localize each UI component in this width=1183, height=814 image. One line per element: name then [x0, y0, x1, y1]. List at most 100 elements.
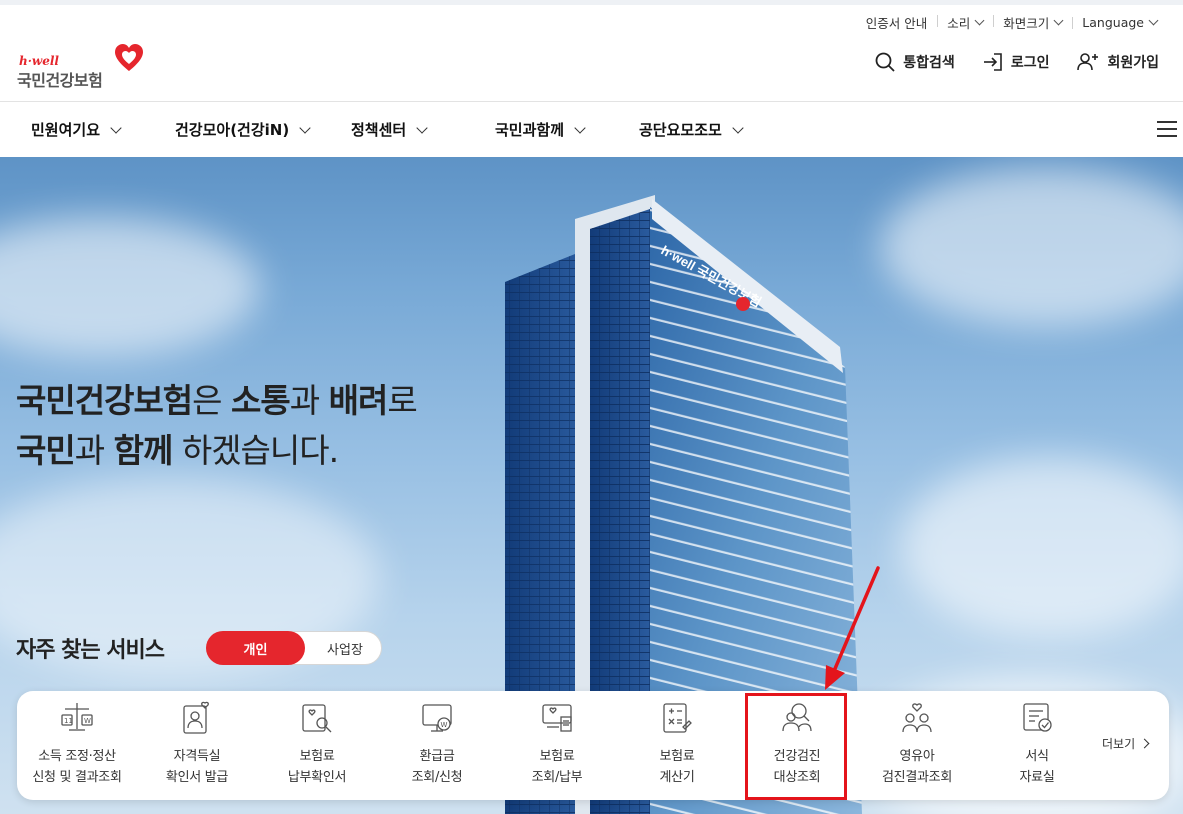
service-label-line: 조회/납부 — [531, 770, 583, 785]
menu-hamburger-icon[interactable] — [1157, 121, 1177, 137]
top-strip — [0, 0, 1183, 5]
main-nav: 민원여기요 건강모아(건강iN) 정책센터 국민과함께 공단요모조모 — [0, 102, 1183, 157]
service-label-line: 환급금 — [419, 749, 455, 764]
service-infant-checkup-result[interactable]: 영유아검진결과조회 — [857, 691, 977, 800]
form-check-icon — [1023, 703, 1052, 732]
utility-label: 인증서 안내 — [865, 16, 928, 31]
login-button[interactable]: 로그인 — [983, 52, 1049, 72]
service-label-line: 보험료 — [659, 749, 695, 764]
service-label: 보험료납부확인서 — [257, 746, 377, 788]
service-label: 자격득실확인서 발급 — [137, 746, 257, 788]
headline-line-2: 국민과 함께 하겠습니다. — [16, 426, 417, 476]
nav-item-civil-service[interactable]: 민원여기요 — [31, 119, 122, 140]
headline-emphasis: 함께 — [113, 431, 174, 471]
signup-button[interactable]: 회원가입 — [1077, 52, 1159, 72]
search-icon — [875, 52, 895, 72]
headline-text: 은 — [192, 381, 232, 421]
chevron-down-icon — [299, 121, 311, 134]
chevron-down-icon — [574, 121, 586, 134]
service-label: 소득 조정·정산신청 및 결과조회 — [17, 746, 137, 788]
svg-text:W: W — [441, 721, 448, 729]
signup-label: 회원가입 — [1107, 55, 1159, 71]
utility-label: 소리 — [947, 16, 971, 31]
frequent-services-panel: 11 W 소득 조정·정산신청 및 결과조회 자격득실확인서 발급 보험료납부확인… — [17, 691, 1169, 800]
nav-label: 민원여기요 — [31, 121, 101, 139]
service-refund[interactable]: W 환급금 조회/신청 — [377, 691, 497, 800]
family-heart-icon — [902, 703, 932, 733]
nav-label: 국민과함께 — [495, 121, 565, 139]
nav-item-policy[interactable]: 정책센터 — [351, 119, 428, 140]
search-button[interactable]: 통합검색 — [875, 52, 955, 72]
nav-item-with-citizens[interactable]: 국민과함께 — [495, 119, 586, 140]
person-heart-icon — [183, 701, 209, 734]
utility-label: Language — [1082, 15, 1144, 30]
service-label-line: 보험료 — [299, 749, 335, 764]
chevron-right-icon — [1139, 738, 1150, 749]
header-actions: 통합검색 로그인 회원가입 — [875, 52, 1159, 72]
service-label-line: 건강검진 — [773, 749, 821, 764]
service-premium-calculator[interactable]: 보험료계산기 — [617, 691, 737, 800]
service-label-line: 계산기 — [659, 770, 695, 785]
service-payment-certificate[interactable]: 보험료납부확인서 — [257, 691, 377, 800]
calculator-icon — [663, 703, 692, 733]
login-icon — [983, 53, 1002, 71]
monitor-won-icon: W — [422, 704, 452, 732]
frequent-services-title: 자주 찾는 서비스 — [16, 638, 165, 663]
site-logo[interactable]: h·well 국민건강보험 — [17, 42, 147, 92]
chevron-down-icon — [1148, 15, 1159, 26]
service-label-line: 영유아 — [899, 749, 935, 764]
headline-emphasis: 배려 — [328, 381, 389, 421]
service-label: 환급금 조회/신청 — [377, 746, 497, 788]
service-label-line: 납부확인서 — [287, 770, 347, 785]
utility-sound[interactable]: 소리 — [937, 13, 993, 32]
headline-emphasis: 국민 — [16, 431, 76, 471]
service-label-line: 확인서 발급 — [165, 770, 229, 785]
nav-item-health-in[interactable]: 건강모아(건강iN) — [175, 119, 311, 140]
svg-text:W: W — [84, 717, 91, 725]
service-premium-payment[interactable]: 보험료 조회/납부 — [497, 691, 617, 800]
service-type-toggle: 개인 사업장 — [206, 631, 382, 665]
hero-banner: h·well 국민건강보험 국민건강보험은 소통과 배려로 국민과 함께 하겠습… — [0, 157, 1183, 814]
headline-emphasis: 소통 — [231, 381, 291, 421]
headline-emphasis: 국민건강보험 — [16, 381, 193, 421]
add-user-icon — [1077, 53, 1099, 71]
logo-title: 국민건강보험 — [17, 71, 103, 90]
tab-personal[interactable]: 개인 — [206, 631, 305, 665]
utility-font-size[interactable]: 화면크기 — [993, 13, 1072, 32]
service-label: 영유아검진결과조회 — [857, 746, 977, 788]
more-services-button[interactable]: 더보기 — [1102, 735, 1150, 752]
chevron-down-icon — [974, 15, 985, 26]
tab-business[interactable]: 사업장 — [309, 632, 381, 664]
service-form-library[interactable]: 서식 자료실 — [977, 691, 1097, 800]
service-health-checkup-target[interactable]: 건강검진대상조회 — [737, 691, 857, 800]
service-label-line: 서식 — [1025, 749, 1049, 764]
service-label: 서식 자료실 — [977, 746, 1097, 788]
headline-text: 로 — [387, 381, 417, 421]
document-search-icon — [302, 704, 332, 733]
service-income-adjustment[interactable]: 11 W 소득 조정·정산신청 및 결과조회 — [17, 691, 137, 800]
utility-certificate[interactable]: 인증서 안내 — [856, 13, 937, 32]
scale-icon: 11 W — [61, 703, 93, 731]
logo-subtitle: h·well — [19, 54, 59, 68]
more-label: 더보기 — [1102, 737, 1136, 751]
svg-text:11: 11 — [64, 717, 73, 725]
nav-item-about[interactable]: 공단요모조모 — [639, 119, 744, 140]
utility-language[interactable]: Language — [1072, 15, 1167, 30]
service-label-line: 신청 및 결과조회 — [32, 770, 122, 785]
service-label: 보험료계산기 — [617, 746, 737, 788]
service-label: 보험료 조회/납부 — [497, 746, 617, 788]
service-label-line: 대상조회 — [773, 770, 821, 785]
chevron-down-icon — [732, 121, 744, 134]
search-label: 통합검색 — [903, 55, 955, 71]
heart-logo-icon — [115, 44, 143, 71]
service-label-line: 검진결과조회 — [882, 770, 952, 785]
service-label-line: 소득 조정·정산 — [38, 749, 116, 764]
hero-headline: 국민건강보험은 소통과 배려로 국민과 함께 하겠습니다. — [16, 376, 418, 476]
nav-label: 공단요모조모 — [639, 121, 722, 139]
headline-text: 과 — [289, 381, 329, 421]
service-eligibility-certificate[interactable]: 자격득실확인서 발급 — [137, 691, 257, 800]
service-label-line: 자격득실 — [173, 749, 221, 764]
chevron-down-icon — [416, 121, 428, 134]
headline-text: 하겠습니다. — [172, 431, 339, 471]
service-label: 건강검진대상조회 — [737, 746, 857, 788]
